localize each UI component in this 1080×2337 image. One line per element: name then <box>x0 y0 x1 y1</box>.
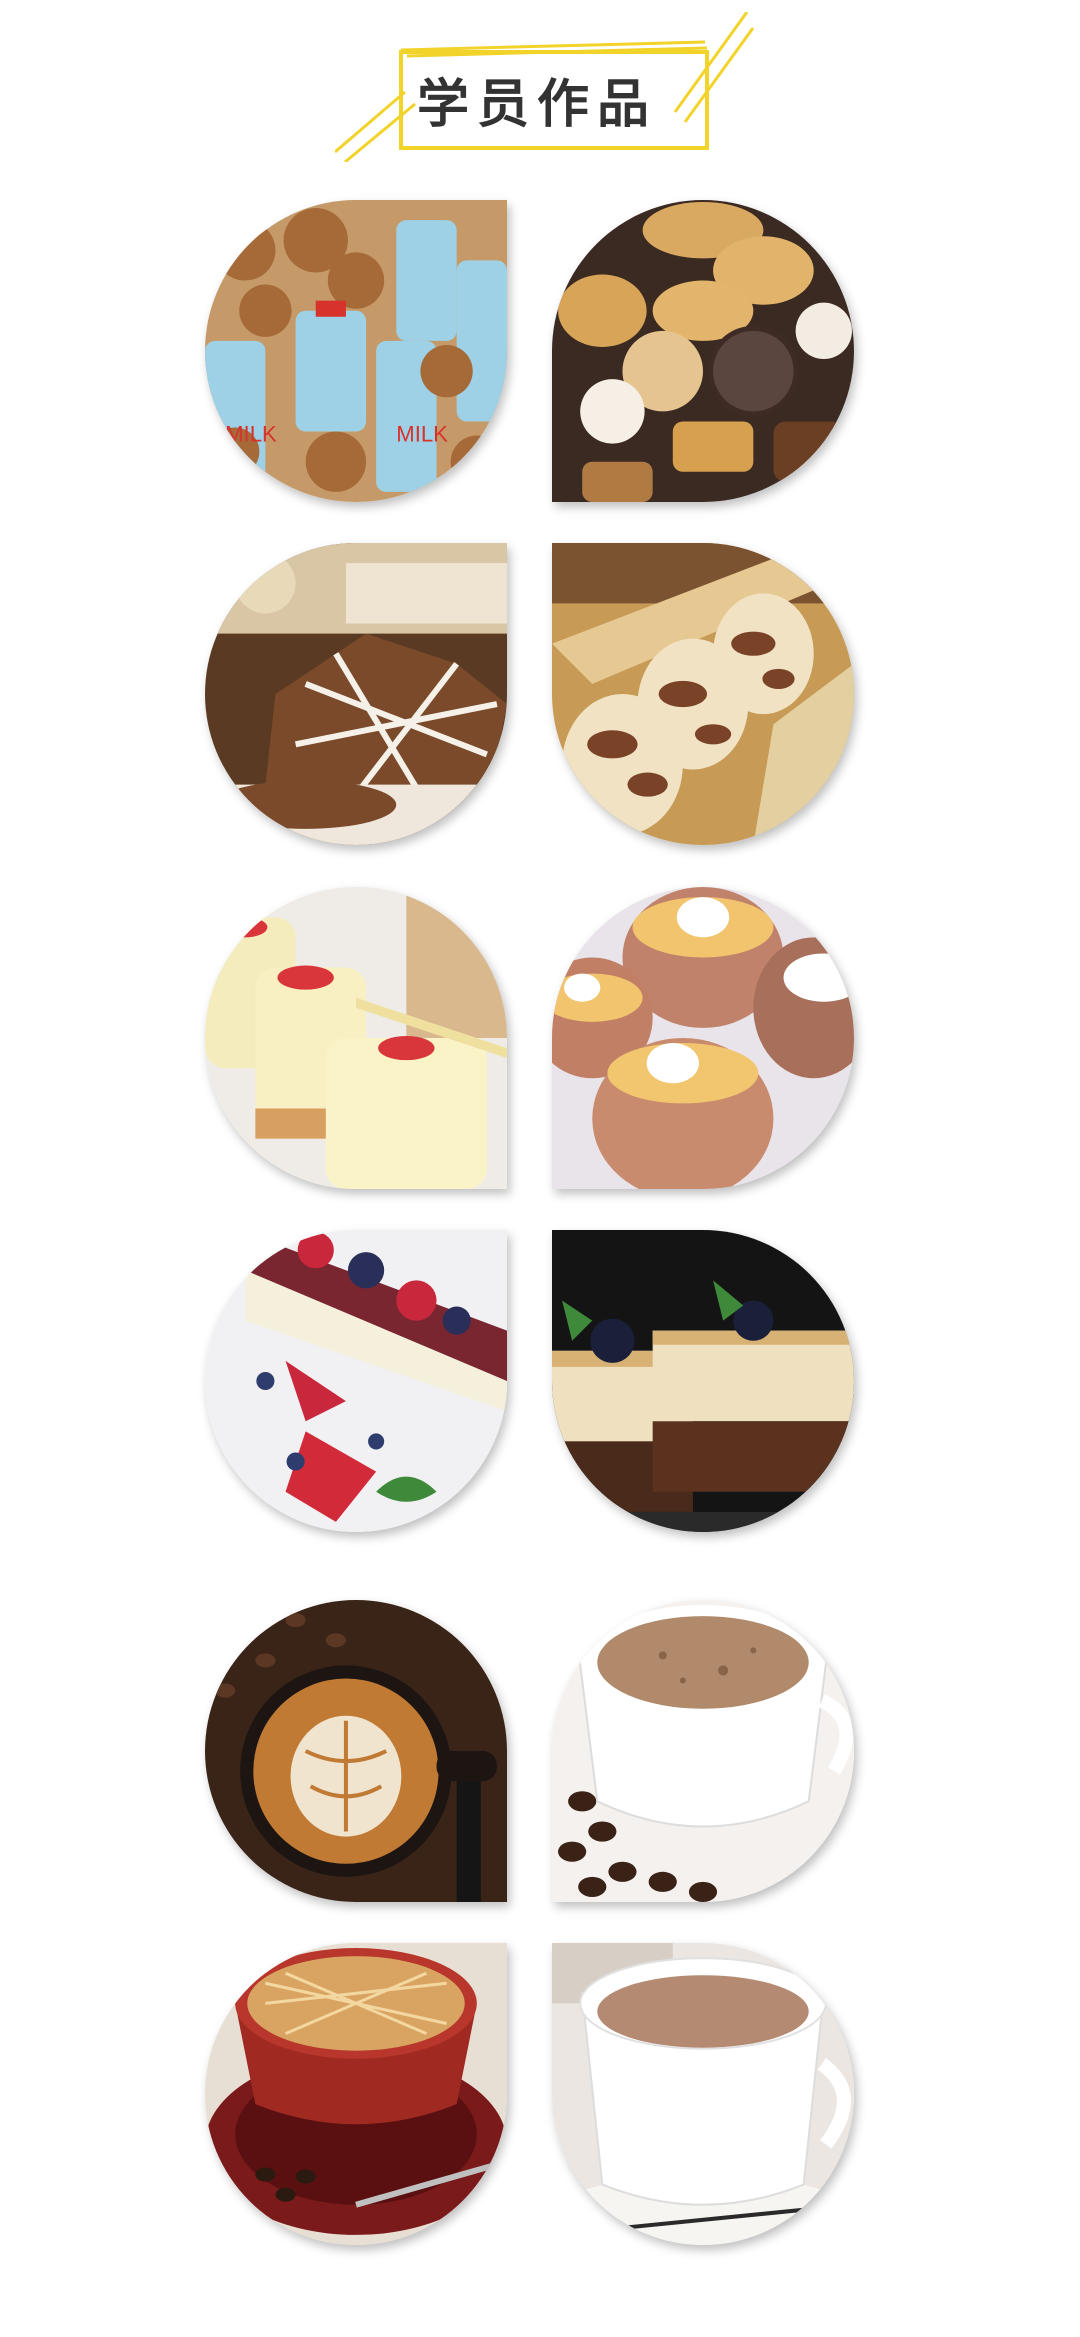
milk-tea-image <box>552 1943 854 2245</box>
egg-pudding-image <box>552 887 854 1189</box>
assorted-cookies-image <box>552 200 854 502</box>
svg-text:MILK: MILK <box>225 422 277 447</box>
page-title: 学员作品 <box>416 74 657 135</box>
mini-cakes-image <box>205 887 507 1189</box>
latte-art-image <box>205 1600 507 1902</box>
mousse-cake-image <box>552 1230 854 1532</box>
marble-cookies-image <box>552 543 854 845</box>
berry-cheesecake-image <box>205 1230 507 1532</box>
coffee-cup-image <box>552 1600 854 1902</box>
caramel-coffee-image <box>205 1943 507 2245</box>
milk-cookies-image: MILK MILK <box>205 200 507 502</box>
snowflake-cookies-image <box>205 543 507 845</box>
section-header: 学员作品 <box>335 12 755 162</box>
svg-text:MILK: MILK <box>396 422 448 447</box>
